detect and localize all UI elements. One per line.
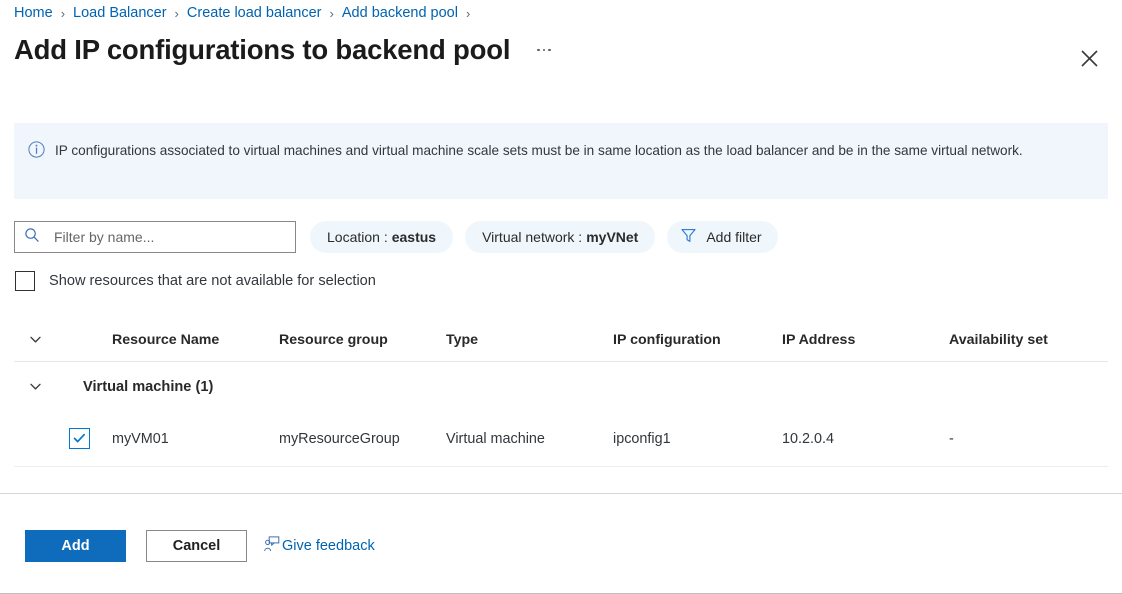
give-feedback-label: Give feedback xyxy=(282,538,375,554)
breadcrumb-separator: › xyxy=(175,6,179,21)
breadcrumb-item-load-balancer[interactable]: Load Balancer xyxy=(73,5,167,21)
filter-pill-location-value: eastus xyxy=(392,229,436,245)
footer-actions: Add Cancel Give feedback xyxy=(25,530,375,562)
breadcrumb-separator: › xyxy=(466,6,470,21)
title-row: Add IP configurations to backend pool xyxy=(14,36,554,64)
add-button[interactable]: Add xyxy=(25,530,126,562)
group-chevron-down-icon[interactable] xyxy=(24,376,46,398)
breadcrumb-separator: › xyxy=(330,6,334,21)
breadcrumb-item-add-backend-pool[interactable]: Add backend pool xyxy=(342,5,458,21)
filter-pill-location[interactable]: Location : eastus xyxy=(310,221,453,253)
table-group-row-virtual-machine[interactable]: Virtual machine (1) xyxy=(14,362,1108,411)
filter-pill-virtual-network-value: myVNet xyxy=(586,229,638,245)
table-group-label: Virtual machine (1) xyxy=(83,379,213,395)
search-icon xyxy=(24,227,40,248)
feedback-person-icon xyxy=(264,536,282,556)
footer-divider xyxy=(0,493,1122,494)
checkbox-box xyxy=(15,271,35,291)
info-banner: IP configurations associated to virtual … xyxy=(14,123,1108,199)
breadcrumb-item-home[interactable]: Home xyxy=(14,5,53,21)
column-header-ip-address[interactable]: IP Address xyxy=(782,332,855,348)
expand-all-chevron-down-icon[interactable] xyxy=(24,329,46,351)
filter-pill-virtual-network-label: Virtual network : xyxy=(482,229,582,245)
page-title: Add IP configurations to backend pool xyxy=(14,36,510,64)
filter-bar: Location : eastus Virtual network : myVN… xyxy=(14,221,790,253)
search-box[interactable] xyxy=(14,221,296,253)
resources-table: Resource Name Resource group Type IP con… xyxy=(14,318,1108,467)
column-header-resource-name[interactable]: Resource Name xyxy=(112,332,219,348)
column-header-availability-set[interactable]: Availability set xyxy=(949,332,1048,348)
give-feedback-link[interactable]: Give feedback xyxy=(264,536,375,556)
breadcrumb-separator: › xyxy=(61,6,65,21)
filter-funnel-icon xyxy=(680,227,706,247)
info-icon xyxy=(28,141,45,185)
show-unavailable-resources-label: Show resources that are not available fo… xyxy=(49,273,376,289)
info-banner-text: IP configurations associated to virtual … xyxy=(55,140,1023,185)
table-row[interactable]: myVM01 myResourceGroup Virtual machine i… xyxy=(14,411,1108,467)
more-options-icon[interactable] xyxy=(534,43,554,58)
cell-ip-address: 10.2.0.4 xyxy=(782,431,834,447)
cell-resource-group: myResourceGroup xyxy=(279,431,400,447)
cancel-button[interactable]: Cancel xyxy=(146,530,247,562)
search-input[interactable] xyxy=(54,229,254,245)
column-header-ip-configuration[interactable]: IP configuration xyxy=(613,332,721,348)
show-unavailable-resources-checkbox[interactable]: Show resources that are not available fo… xyxy=(15,271,376,291)
breadcrumb: Home › Load Balancer › Create load balan… xyxy=(14,5,478,21)
add-filter-button[interactable]: Add filter xyxy=(667,221,777,253)
cell-resource-name: myVM01 xyxy=(112,431,169,447)
add-ip-configurations-blade: Home › Load Balancer › Create load balan… xyxy=(0,0,1122,594)
cell-ip-configuration: ipconfig1 xyxy=(613,431,671,447)
close-icon[interactable] xyxy=(1073,42,1105,74)
column-header-resource-group[interactable]: Resource group xyxy=(279,332,388,348)
table-header-row: Resource Name Resource group Type IP con… xyxy=(14,318,1108,362)
row-select-checkbox[interactable] xyxy=(69,428,90,449)
filter-pill-virtual-network[interactable]: Virtual network : myVNet xyxy=(465,221,655,253)
breadcrumb-item-create-load-balancer[interactable]: Create load balancer xyxy=(187,5,322,21)
column-header-type[interactable]: Type xyxy=(446,332,478,348)
cell-availability-set: - xyxy=(949,431,954,447)
cell-type: Virtual machine xyxy=(446,431,545,447)
add-filter-label: Add filter xyxy=(706,229,761,245)
filter-pill-location-label: Location : xyxy=(327,229,388,245)
